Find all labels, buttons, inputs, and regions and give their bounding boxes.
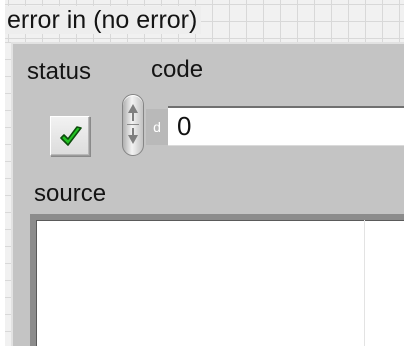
source-text-field[interactable] xyxy=(30,214,404,346)
radix-indicator[interactable]: d xyxy=(146,109,168,145)
cluster-title-bar: error in (no error) xyxy=(5,0,404,42)
code-input[interactable]: 0 xyxy=(168,106,404,146)
code-label: code xyxy=(151,56,204,83)
source-scrollbar-edge xyxy=(364,220,365,346)
error-in-cluster: error in (no error) status code d 0 sour… xyxy=(0,0,404,346)
status-checkbox[interactable] xyxy=(50,116,90,156)
decrement-arrow-icon[interactable] xyxy=(126,125,140,153)
source-label: source xyxy=(34,180,107,207)
increment-arrow-icon[interactable] xyxy=(126,96,140,124)
cluster-title: error in (no error) xyxy=(5,6,202,34)
code-increment-decrement[interactable] xyxy=(122,94,144,156)
status-label: status xyxy=(27,58,92,85)
checkmark-icon xyxy=(60,126,82,146)
